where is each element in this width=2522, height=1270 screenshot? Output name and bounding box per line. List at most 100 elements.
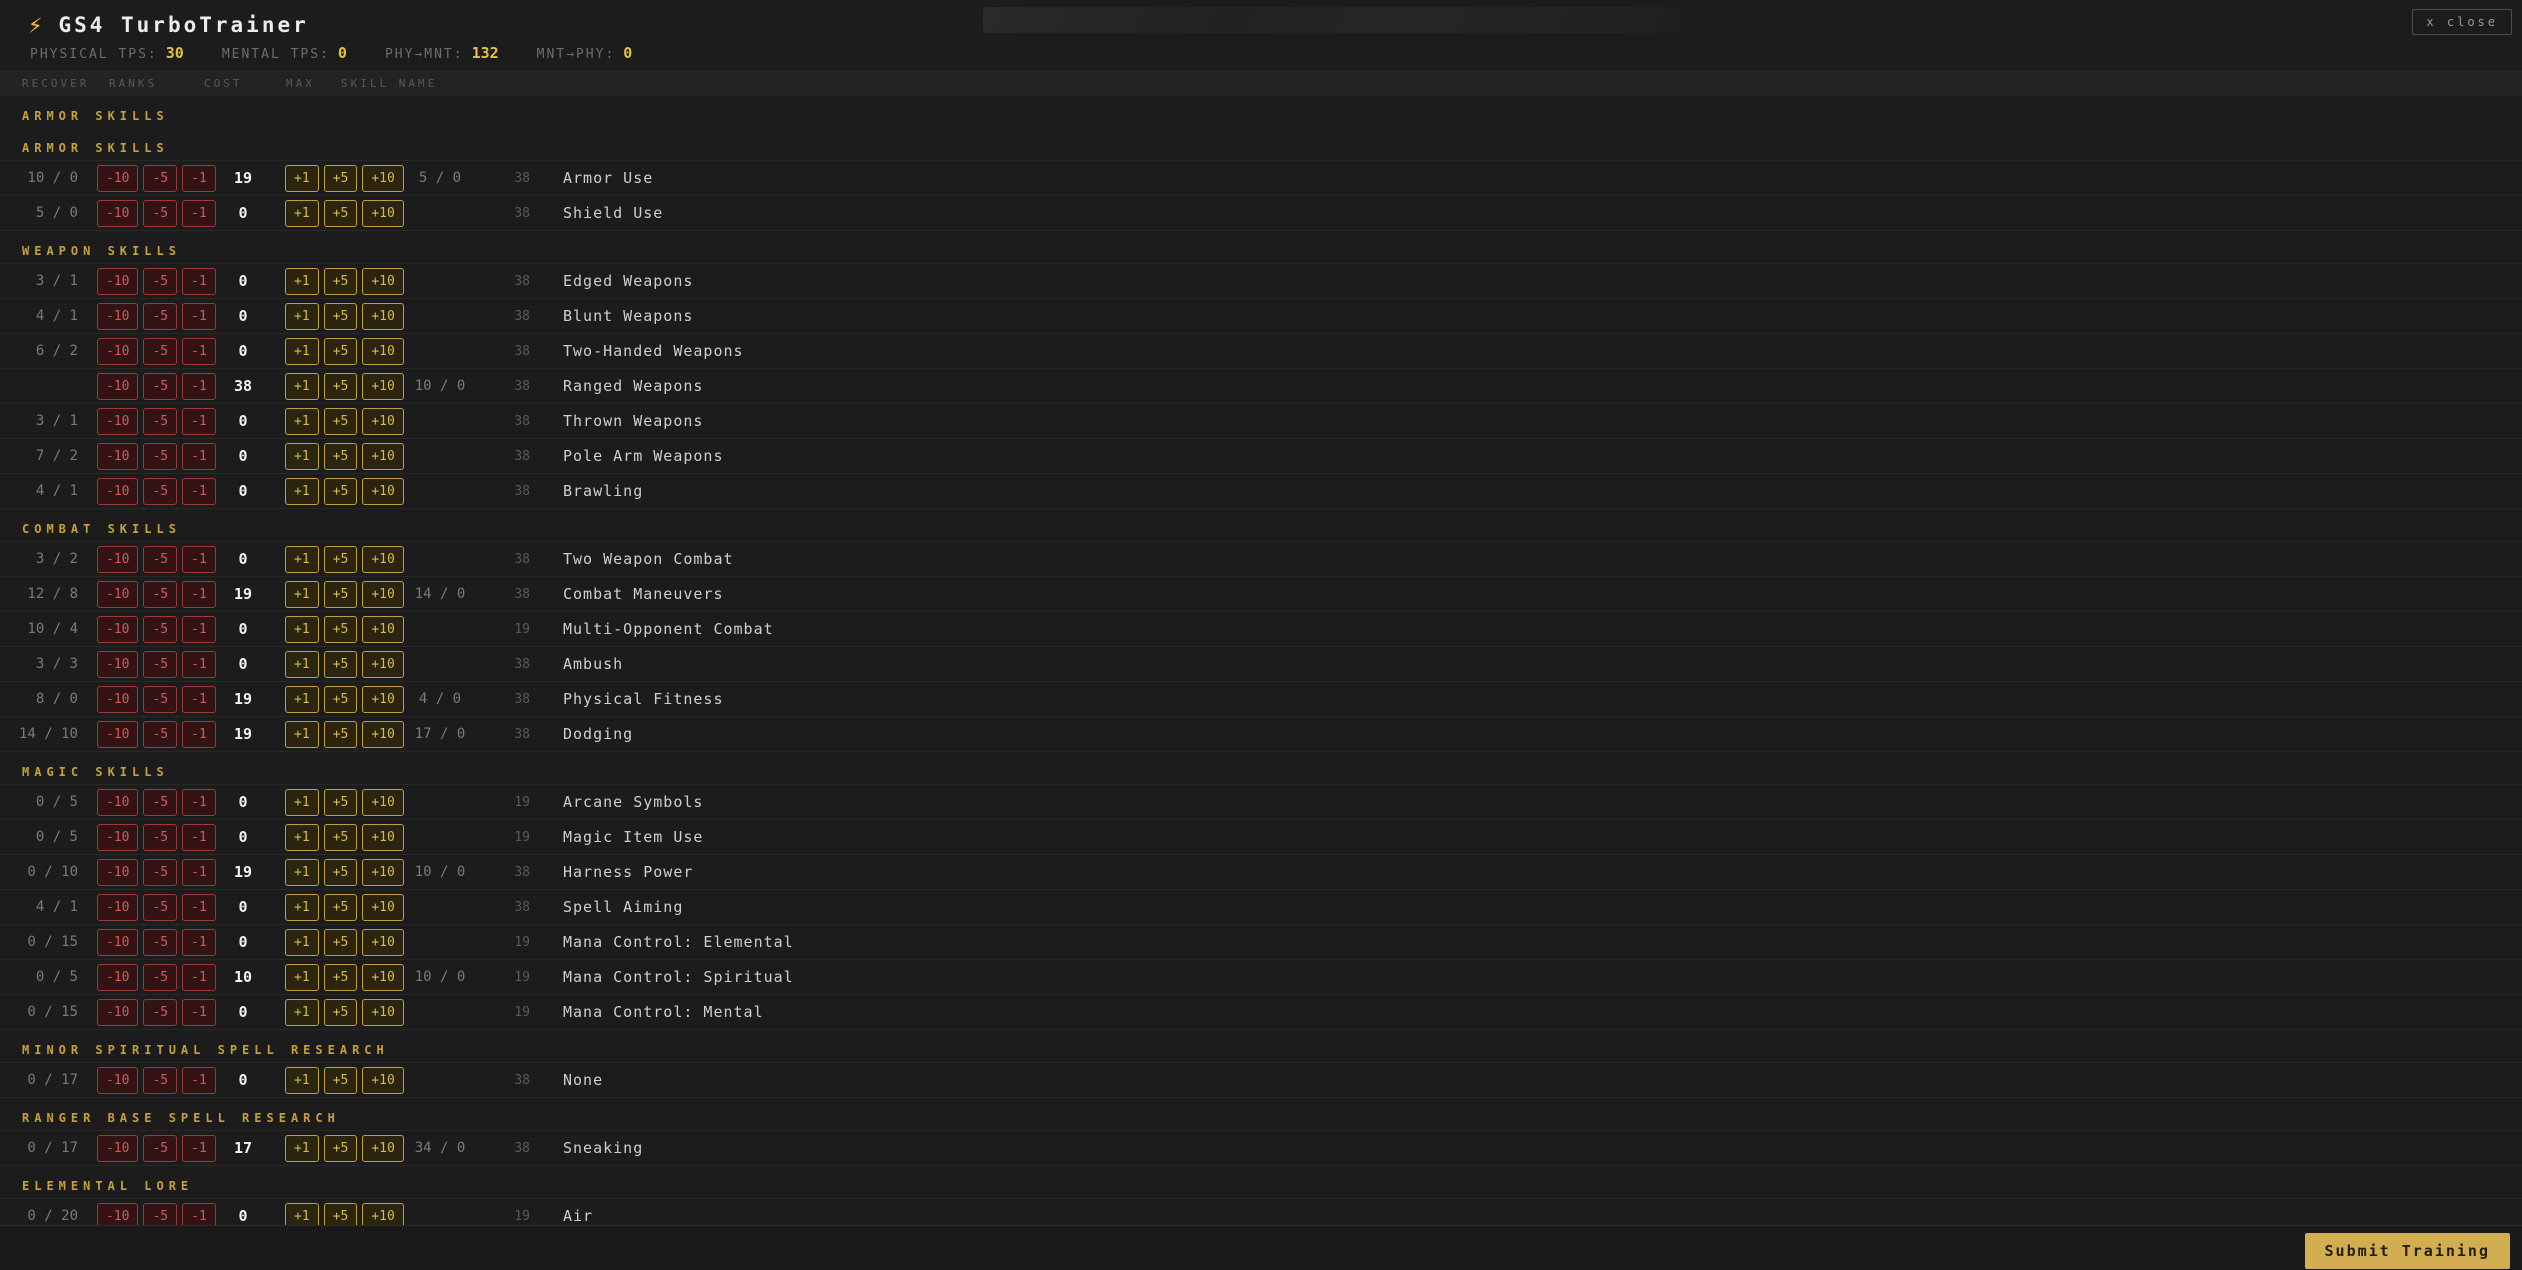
plus-10-button[interactable]: +10 [362,616,404,643]
plus-10-button[interactable]: +10 [362,303,404,330]
plus-10-button[interactable]: +10 [362,200,404,227]
minus-5-button[interactable]: -5 [143,268,178,295]
minus-5-button[interactable]: -5 [143,964,178,991]
plus-5-button[interactable]: +5 [323,894,358,921]
plus-5-button[interactable]: +5 [323,1067,358,1094]
plus-5-button[interactable]: +5 [323,721,358,748]
minus-1-button[interactable]: -1 [182,616,216,643]
minus-5-button[interactable]: -5 [143,929,178,956]
plus-1-button[interactable]: +1 [285,443,319,470]
minus-1-button[interactable]: -1 [182,408,216,435]
minus-5-button[interactable]: -5 [143,338,178,365]
plus-1-button[interactable]: +1 [285,999,319,1026]
minus-10-button[interactable]: -10 [97,721,139,748]
minus-5-button[interactable]: -5 [143,789,178,816]
plus-5-button[interactable]: +5 [323,165,358,192]
plus-5-button[interactable]: +5 [323,964,358,991]
plus-10-button[interactable]: +10 [362,408,404,435]
minus-5-button[interactable]: -5 [143,999,178,1026]
plus-5-button[interactable]: +5 [323,581,358,608]
plus-5-button[interactable]: +5 [323,478,358,505]
plus-1-button[interactable]: +1 [285,1135,319,1162]
minus-1-button[interactable]: -1 [182,443,216,470]
minus-10-button[interactable]: -10 [97,165,139,192]
plus-1-button[interactable]: +1 [285,581,319,608]
minus-5-button[interactable]: -5 [143,200,178,227]
plus-10-button[interactable]: +10 [362,268,404,295]
minus-1-button[interactable]: -1 [182,824,216,851]
minus-5-button[interactable]: -5 [143,824,178,851]
minus-5-button[interactable]: -5 [143,581,178,608]
minus-1-button[interactable]: -1 [182,859,216,886]
plus-1-button[interactable]: +1 [285,165,319,192]
minus-1-button[interactable]: -1 [182,789,216,816]
plus-5-button[interactable]: +5 [323,1135,358,1162]
plus-5-button[interactable]: +5 [323,303,358,330]
minus-5-button[interactable]: -5 [143,1067,178,1094]
minus-10-button[interactable]: -10 [97,546,139,573]
plus-5-button[interactable]: +5 [323,373,358,400]
minus-10-button[interactable]: -10 [97,651,139,678]
plus-1-button[interactable]: +1 [285,616,319,643]
plus-5-button[interactable]: +5 [323,859,358,886]
plus-5-button[interactable]: +5 [323,338,358,365]
plus-5-button[interactable]: +5 [323,929,358,956]
plus-10-button[interactable]: +10 [362,894,404,921]
minus-1-button[interactable]: -1 [182,373,216,400]
plus-1-button[interactable]: +1 [285,789,319,816]
plus-5-button[interactable]: +5 [323,651,358,678]
plus-1-button[interactable]: +1 [285,303,319,330]
plus-1-button[interactable]: +1 [285,686,319,713]
plus-1-button[interactable]: +1 [285,894,319,921]
plus-1-button[interactable]: +1 [285,200,319,227]
plus-5-button[interactable]: +5 [323,686,358,713]
minus-1-button[interactable]: -1 [182,581,216,608]
plus-10-button[interactable]: +10 [362,999,404,1026]
plus-1-button[interactable]: +1 [285,478,319,505]
plus-5-button[interactable]: +5 [323,824,358,851]
minus-10-button[interactable]: -10 [97,200,139,227]
minus-1-button[interactable]: -1 [182,721,216,748]
plus-10-button[interactable]: +10 [362,338,404,365]
minus-10-button[interactable]: -10 [97,999,139,1026]
minus-5-button[interactable]: -5 [143,478,178,505]
minus-10-button[interactable]: -10 [97,616,139,643]
plus-1-button[interactable]: +1 [285,859,319,886]
minus-1-button[interactable]: -1 [182,929,216,956]
minus-5-button[interactable]: -5 [143,443,178,470]
plus-5-button[interactable]: +5 [323,200,358,227]
minus-1-button[interactable]: -1 [182,999,216,1026]
minus-10-button[interactable]: -10 [97,929,139,956]
plus-10-button[interactable]: +10 [362,651,404,678]
minus-5-button[interactable]: -5 [143,721,178,748]
plus-1-button[interactable]: +1 [285,824,319,851]
submit-training-button[interactable]: Submit Training [2304,1233,2510,1269]
plus-5-button[interactable]: +5 [323,546,358,573]
minus-10-button[interactable]: -10 [97,303,139,330]
plus-10-button[interactable]: +10 [362,1067,404,1094]
plus-10-button[interactable]: +10 [362,929,404,956]
plus-1-button[interactable]: +1 [285,721,319,748]
minus-5-button[interactable]: -5 [143,373,178,400]
minus-10-button[interactable]: -10 [97,686,139,713]
plus-5-button[interactable]: +5 [323,789,358,816]
plus-5-button[interactable]: +5 [323,443,358,470]
minus-1-button[interactable]: -1 [182,686,216,713]
minus-10-button[interactable]: -10 [97,824,139,851]
minus-5-button[interactable]: -5 [143,616,178,643]
plus-1-button[interactable]: +1 [285,373,319,400]
minus-1-button[interactable]: -1 [182,165,216,192]
minus-5-button[interactable]: -5 [143,408,178,435]
minus-10-button[interactable]: -10 [97,478,139,505]
minus-5-button[interactable]: -5 [143,546,178,573]
minus-1-button[interactable]: -1 [182,546,216,573]
plus-5-button[interactable]: +5 [323,616,358,643]
plus-5-button[interactable]: +5 [323,408,358,435]
minus-10-button[interactable]: -10 [97,408,139,435]
close-button[interactable]: x close [2412,9,2512,35]
plus-10-button[interactable]: +10 [362,789,404,816]
minus-10-button[interactable]: -10 [97,894,139,921]
minus-1-button[interactable]: -1 [182,303,216,330]
plus-1-button[interactable]: +1 [285,546,319,573]
plus-10-button[interactable]: +10 [362,443,404,470]
